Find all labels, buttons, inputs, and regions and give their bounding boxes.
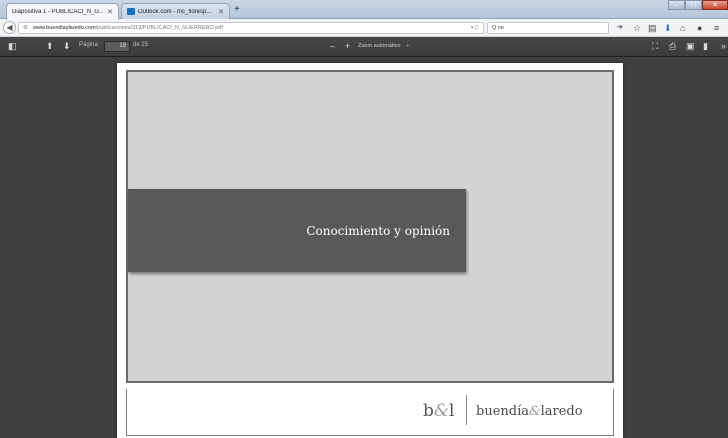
new-tab-button[interactable]: +	[234, 3, 240, 17]
logo-divider	[466, 395, 467, 425]
menu-icon[interactable]: ≡	[714, 22, 719, 34]
print-icon[interactable]: ⎙	[669, 40, 676, 52]
save-icon[interactable]: ▣	[686, 40, 695, 52]
globe-icon: ⊕	[23, 25, 29, 31]
close-window-button[interactable]: ✕	[702, 0, 728, 10]
chat-icon[interactable]: ●	[697, 22, 702, 34]
tab-strip: Diapositiva 1 - PUBLICACI_N_G... ✕ Outlo…	[0, 0, 728, 20]
bookmark-icon[interactable]: ▮	[703, 40, 708, 52]
logo-amp: &	[433, 401, 450, 421]
back-button[interactable]: ◀	[3, 21, 16, 34]
fullscreen-icon[interactable]: ⛶	[652, 40, 658, 52]
reload-button[interactable]: ▾ C	[471, 23, 479, 33]
tab-pdf-document[interactable]: Diapositiva 1 - PUBLICACI_N_G... ✕	[6, 3, 119, 20]
logo-monogram: b&l	[423, 401, 454, 421]
tab-title: Diapositiva 1 - PUBLICACI_N_G...	[12, 9, 104, 15]
slide-frame: Conocimiento y opinión	[126, 70, 614, 383]
logo-l: l	[449, 401, 455, 421]
previous-page-icon[interactable]: ⬆	[46, 40, 54, 52]
address-bar[interactable]: ⊕ www.buendiaylaredo.com/publicaciones/3…	[18, 22, 484, 34]
clipboard-icon[interactable]: ▤	[648, 22, 657, 34]
page-number-input[interactable]: 19	[104, 41, 130, 52]
close-icon[interactable]: ✕	[107, 8, 113, 16]
zoom-out-button[interactable]: –	[330, 40, 335, 52]
pdf-page: Conocimiento y opinión b&l buendía&lared…	[117, 63, 623, 438]
arrow-right-icon[interactable]: ➔	[617, 22, 623, 34]
chevron-down-icon: ÷	[406, 43, 410, 49]
url-path: /publicaciones/319/PUBLICACI_N_GUERRERO.…	[95, 25, 223, 31]
pdf-toolbar: ◧ ⬆ ⬇ Página: 19 de 25 – + Zoom automáti…	[0, 37, 728, 57]
close-icon[interactable]: ✕	[218, 8, 224, 16]
tools-icon[interactable]: »	[721, 40, 726, 52]
page-label: Página:	[79, 42, 100, 48]
slide-title: Conocimiento y opinión	[306, 223, 450, 238]
logo-b: b	[423, 401, 434, 421]
tab-outlook[interactable]: Outlook.com - mc_floresp... ✕	[121, 3, 230, 19]
next-page-icon[interactable]: ⬇	[63, 40, 71, 52]
logo-amp-full: &	[529, 404, 541, 419]
download-icon[interactable]: ⬇	[664, 22, 672, 34]
zoom-value: Zoom automático	[358, 43, 401, 49]
window-controls: – □ ✕	[668, 0, 728, 10]
search-input[interactable]: Q oe	[487, 22, 609, 34]
outlook-icon	[127, 8, 135, 15]
home-icon[interactable]: ⌂	[680, 22, 685, 34]
logo-second: laredo	[540, 404, 583, 419]
sidebar-toggle-icon[interactable]: ◧	[8, 40, 17, 52]
logo-wordmark: buendía&laredo	[476, 404, 583, 419]
zoom-in-button[interactable]: +	[345, 40, 350, 52]
arrow-left-icon: ◀	[6, 23, 13, 32]
slide-footer: b&l buendía&laredo	[126, 389, 614, 436]
logo-first: buendía	[476, 404, 529, 419]
navigation-bar: ◀ ⊕ www.buendiaylaredo.com/publicaciones…	[0, 19, 728, 37]
zoom-select[interactable]: Zoom automático ÷	[356, 41, 422, 52]
slide-banner: Conocimiento y opinión	[128, 189, 466, 272]
star-icon[interactable]: ☆	[633, 22, 641, 34]
tab-title: Outlook.com - mc_floresp...	[138, 8, 212, 15]
pdf-viewer[interactable]: Conocimiento y opinión b&l buendía&lared…	[0, 57, 728, 438]
minimize-button[interactable]: –	[668, 0, 685, 10]
maximize-button[interactable]: □	[685, 0, 702, 10]
url-host: www.buendiaylaredo.com	[33, 25, 96, 31]
page-total: de 25	[133, 42, 149, 48]
